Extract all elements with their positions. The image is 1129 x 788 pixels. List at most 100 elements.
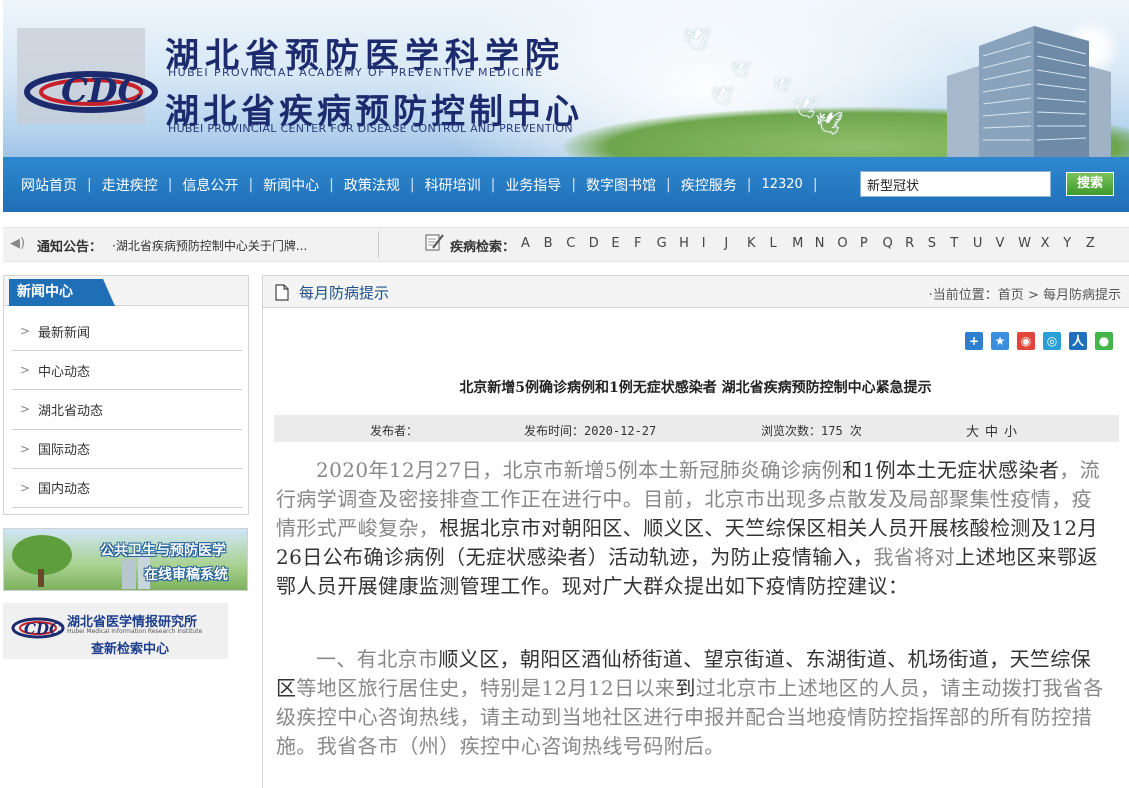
letter-link[interactable]: M [792, 236, 815, 251]
dove-icon: 🕊 [711, 86, 734, 107]
nav-item-guidance[interactable]: 业务指导 [505, 175, 561, 195]
letter-link[interactable]: W [1018, 236, 1041, 251]
notice-divider [378, 231, 379, 258]
text-segment: 到 [675, 676, 696, 700]
building-silhouette [122, 559, 136, 589]
nav-separator: | [746, 176, 752, 193]
nav-separator: | [87, 176, 92, 193]
chevron-right-icon: > [20, 480, 31, 495]
sidebar-item-label: 国际动态 [38, 443, 91, 459]
article-paragraph-2: 一、有北京市顺义区，朝阳区酒仙桥街道、望京街道、东湖街道、机场街道，天竺综保区等… [276, 645, 1108, 761]
letter-link[interactable]: R [905, 236, 928, 251]
nav-separator: | [329, 176, 334, 193]
letter-link[interactable]: E [611, 236, 634, 251]
breadcrumb: ·当前位置：首页 > 每月防病提示 [929, 284, 1121, 303]
letter-link[interactable]: Y [1063, 236, 1086, 251]
nav-item-policy[interactable]: 政策法规 [344, 175, 400, 195]
letter-link[interactable]: O [837, 236, 860, 251]
title-en-2: HUBEI PROVINCIAL CENTER FOR DISEASE CONT… [168, 122, 573, 135]
font-size-switcher: 大中小 [966, 421, 1023, 440]
letter-link[interactable]: T [950, 236, 973, 251]
promo2-line2: Hubei Medical Information Research Insti… [67, 628, 203, 635]
disease-search-label: 疾病检索： [450, 240, 516, 255]
font-small-button[interactable]: 小 [1004, 425, 1017, 440]
share-plus-icon[interactable]: + [965, 332, 983, 350]
pen-notebook-icon [425, 234, 444, 251]
letter-link[interactable]: J [724, 236, 747, 251]
promo-search-center-banner[interactable]: CDC 湖北省医学情报研究所 Hubei Medical Information… [3, 603, 228, 659]
sidebar-item-international-news[interactable]: > 国际动态 [12, 430, 242, 469]
nav-separator: | [571, 176, 577, 193]
tree-trunk [38, 569, 44, 587]
meta-view-count: 浏览次数：175 次 [761, 424, 862, 438]
letter-link[interactable]: Q [883, 236, 906, 251]
sidebar-item-label: 中心动态 [38, 364, 91, 380]
letter-link[interactable]: S [928, 236, 951, 251]
nav-item-library[interactable]: 数字图书馆 [586, 175, 656, 195]
letter-link[interactable]: N [815, 236, 838, 251]
letter-link[interactable]: G [657, 236, 680, 251]
letter-link[interactable]: Z [1086, 236, 1109, 251]
text-segment: 和1例本土无症状感染者 [842, 458, 1060, 482]
sidebar-item-center-news[interactable]: > 中心动态 [12, 351, 242, 391]
article-title: 北京新增5例确诊病例和1例无症状感染者 湖北省疾病预防控制中心紧急提示 [459, 380, 932, 396]
share-wechat-icon[interactable]: ● [1095, 332, 1113, 350]
sidebar-item-label: 国内动态 [38, 482, 91, 498]
letter-link[interactable]: F [634, 236, 657, 251]
sidebar-header: 新闻中心 [4, 276, 248, 306]
header-banner: CDC 湖北省预防医学科学院 HUBEI PROVINCIAL ACADEMY … [3, 0, 1129, 157]
text-segment: 一、有北京市 [316, 647, 439, 671]
nav-separator: | [812, 176, 818, 193]
share-renren-icon[interactable]: 人 [1069, 332, 1087, 350]
text-segment: 2020年12月27日，北京市新增5例本土新冠肺炎确诊病例 [316, 458, 843, 482]
letter-link[interactable]: U [973, 236, 996, 251]
chevron-right-icon: > [20, 441, 31, 456]
letter-link[interactable]: I [702, 236, 725, 251]
nav-item-about[interactable]: 走进疾控 [102, 175, 158, 195]
share-weibo-icon[interactable]: ◉ [1017, 332, 1035, 350]
letter-link[interactable]: P [860, 236, 883, 251]
nav-item-services[interactable]: 疾控服务 [681, 175, 737, 195]
sidebar-item-domestic-news[interactable]: > 国内动态 [12, 469, 242, 508]
nav-item-news[interactable]: 新闻中心 [263, 175, 319, 195]
logo-block: CDC [17, 28, 167, 126]
nav-separator: | [666, 176, 671, 193]
share-tqq-icon[interactable]: ◎ [1043, 332, 1061, 350]
letter-link[interactable]: B [544, 236, 567, 251]
nav-items: 网站首页 | 走进疾控 | 信息公开 | 新闻中心 | 政策法规 | 科研培训 … [21, 157, 828, 212]
font-medium-button[interactable]: 中 [985, 425, 998, 440]
notice-label: 通知公告： [37, 240, 103, 255]
share-qzone-icon[interactable]: ★ [991, 332, 1009, 350]
sidebar-list: > 最新新闻 > 中心动态 > 湖北省动态 > 国际动态 > 国内动态 [12, 312, 242, 508]
sidebar-title: 新闻中心 [9, 279, 103, 306]
breadcrumb-current[interactable]: 每月防病提示 [1043, 288, 1121, 303]
promo1-line1: 公共卫生与预防医学 [100, 543, 226, 559]
letter-link[interactable]: C [566, 236, 589, 251]
search-input[interactable] [860, 171, 1051, 197]
breadcrumb-home-link[interactable]: 首页 [998, 288, 1024, 303]
notice-marquee-link[interactable]: ·湖北省疾病预防控制中心关于门牌... [112, 237, 307, 254]
sidebar-news-center: 新闻中心 > 最新新闻 > 中心动态 > 湖北省动态 > 国际动态 > 国内动态 [3, 275, 249, 515]
title-en-1: HUBEI PROVINCIAL ACADEMY OF PREVENTIVE M… [168, 66, 544, 79]
letter-link[interactable]: H [679, 236, 702, 251]
letter-link[interactable]: L [770, 236, 793, 251]
promo-review-system-banner[interactable]: 公共卫生与预防医学 在线审稿系统 [3, 528, 248, 591]
letter-link[interactable]: D [589, 236, 612, 251]
share-toolbar: + ★ ◉ ◎ 人 ● [965, 332, 1121, 350]
search-button[interactable]: 搜索 [1066, 172, 1114, 196]
font-large-button[interactable]: 大 [966, 425, 979, 440]
chevron-right-icon: > [20, 402, 31, 417]
sidebar-item-hubei-news[interactable]: > 湖北省动态 [12, 390, 242, 430]
nav-item-12320[interactable]: 12320 [761, 177, 802, 192]
letter-link[interactable]: K [747, 236, 770, 251]
sidebar-item-latest-news[interactable]: > 最新新闻 [12, 312, 242, 352]
nav-item-disclosure[interactable]: 信息公开 [182, 175, 238, 195]
letter-link[interactable]: A [521, 236, 544, 251]
breadcrumb-prefix: ·当前位置： [928, 288, 998, 303]
building-image [947, 26, 1111, 157]
nav-item-research[interactable]: 科研培训 [425, 175, 481, 195]
letter-link[interactable]: X [1041, 236, 1064, 251]
nav-item-home[interactable]: 网站首页 [21, 175, 77, 195]
letter-link[interactable]: V [995, 236, 1018, 251]
meta-publisher: 发布者： [370, 424, 419, 438]
